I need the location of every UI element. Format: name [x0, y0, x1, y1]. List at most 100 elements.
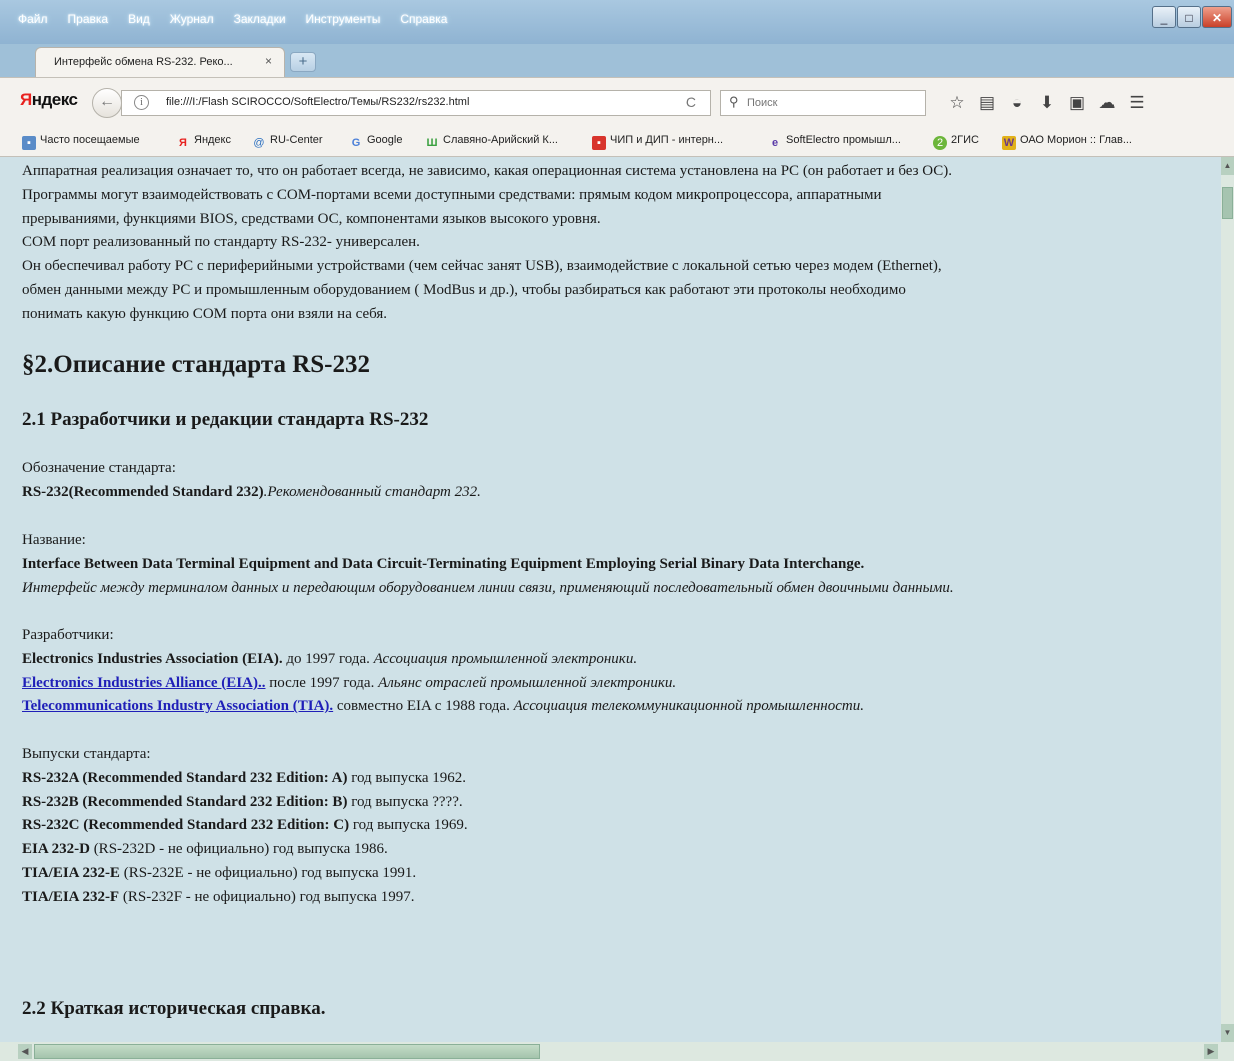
link-telecommunications-industry-association[interactable]: Telecommunications Industry Association … [22, 698, 333, 714]
developer-row: Telecommunications Industry Association … [22, 695, 864, 719]
page-content: Аппаратная реализация означает то, что о… [0, 157, 1221, 1042]
url-text[interactable]: file:///I:/Flash SCIROCCO/SoftElectro/Те… [166, 96, 469, 108]
release-row: EIA 232-D (RS-232D - не официально) год … [22, 838, 468, 862]
chipdip-icon: ▪ [592, 136, 606, 150]
bookmark-most-visited[interactable]: ▪ Часто посещаемые [22, 134, 140, 150]
release-year: год выпуска ????. [347, 793, 463, 810]
release-code: RS-232A (Recommended Standard 232 Editio… [22, 769, 348, 786]
bookmark-label: Часто посещаемые [40, 134, 140, 146]
intro-line: Он обеспечивал работу PC с периферийными… [22, 258, 942, 275]
release-year: (RS-232F - не официально) год выпуска 19… [119, 888, 415, 905]
bookmark-label: RU-Center [270, 134, 323, 146]
name-label: Название: [22, 532, 86, 548]
developer-org: Electronics Industries Association (EIA)… [22, 650, 283, 667]
pocket-icon[interactable]: ◒ [1002, 90, 1032, 116]
hamburger-menu-icon[interactable]: ☰ [1122, 90, 1152, 116]
bookmark-star-icon[interactable]: ☆ [942, 90, 972, 116]
back-button[interactable]: ← [92, 88, 122, 118]
menu-view[interactable]: Вид [128, 12, 150, 26]
release-year: (RS-232D - не официально) год выпуска 19… [89, 841, 388, 858]
folder-icon: ▪ [22, 136, 36, 150]
bookmarks-list-icon[interactable]: ▤ [972, 90, 1002, 116]
developer-translation: Ассоциация промышленной электроники. [369, 650, 638, 667]
release-row: RS-232C (Recommended Standard 232 Editio… [22, 814, 468, 838]
developer-row: Electronics Industries Association (EIA)… [22, 648, 864, 672]
url-bar[interactable]: i file:///I:/Flash SCIROCCO/SoftElectro/… [121, 90, 711, 116]
developer-period: до 1997 года. [282, 650, 370, 667]
intro-line: прерываниями, функциями BIOS, средствами… [22, 210, 601, 227]
bookmark-slavyano[interactable]: Ш Славяно-Арийский К... [425, 134, 558, 150]
new-tab-button[interactable]: + [290, 52, 316, 72]
release-row: RS-232B (Recommended Standard 232 Editio… [22, 791, 468, 815]
page-body: Аппаратная реализация означает то, что о… [22, 160, 1217, 1019]
tab-active[interactable]: Интерфейс обмена RS-232. Реко... × [35, 47, 285, 77]
developers-block: Разработчики: Electronics Industries Ass… [22, 624, 864, 719]
yandex-icon: Я [179, 137, 187, 149]
intro-line: понимать какую функцию COM порта они взя… [22, 305, 388, 322]
tab-title: Интерфейс обмена RS-232. Реко... [54, 56, 233, 68]
bookmark-label: Google [367, 134, 403, 146]
reload-icon[interactable]: C [686, 94, 696, 110]
minimize-button[interactable]: _ [1152, 6, 1176, 28]
sync-cloud-icon[interactable]: ☁ [1092, 90, 1122, 116]
release-row: TIA/EIA 232-F (RS-232F - не официально) … [22, 886, 468, 910]
close-window-button[interactable]: ✕ [1202, 6, 1232, 28]
scroll-left-icon[interactable]: ◀ [18, 1044, 32, 1059]
developer-period: совместно EIA с 1988 года. [333, 698, 510, 715]
search-input[interactable] [747, 93, 917, 113]
info-icon[interactable]: i [134, 95, 149, 110]
releases-block: Выпуски стандарта: RS-232A (Recommended … [22, 743, 468, 910]
bookmarks-bar: ▪ Часто посещаемые Я Яндекс @ RU-Center G Go… [0, 125, 1234, 157]
intro-line: COM порт реализованный по стандарту RS-2… [22, 234, 420, 251]
horizontal-scroll-thumb[interactable] [34, 1044, 540, 1059]
bookmark-label: 2ГИС [951, 134, 979, 146]
designation-line: RS-232(Recommended Standard 232).Рекомен… [22, 484, 481, 500]
section-title: §2.Описание стандарта RS-232 [22, 351, 370, 378]
menu-history[interactable]: Журнал [170, 12, 214, 26]
menu-bookmarks[interactable]: Закладки [234, 12, 286, 26]
developer-translation: Ассоциация телекоммуникационной промышле… [509, 698, 864, 715]
menu-bar: Файл Правка Вид Журнал Закладки Инструме… [18, 12, 467, 26]
brand-rest: ндекс [31, 90, 78, 109]
yandex-logo[interactable]: Яндекс [20, 90, 78, 110]
link-electronics-industries-alliance[interactable]: Electronics Industries Alliance (EIA).. [22, 675, 265, 691]
2gis-icon: 2 [933, 136, 947, 150]
bookmark-label: Яндекс [194, 134, 231, 146]
menu-edit[interactable]: Правка [68, 12, 109, 26]
menu-help[interactable]: Справка [400, 12, 447, 26]
bookmark-google[interactable]: G Google [349, 134, 403, 150]
name-english: Interface Between Data Terminal Equipmen… [22, 555, 865, 572]
bookmark-chipdip[interactable]: ▪ ЧИП и ДИП - интерн... [592, 134, 723, 150]
google-icon: G [351, 137, 361, 149]
bookmark-label: Славяно-Арийский К... [443, 134, 558, 146]
scroll-up-icon[interactable]: ▲ [1221, 157, 1234, 175]
menu-file[interactable]: Файл [18, 12, 48, 26]
toolbar-icons: ☆ ▤ ◒ ⬇ ▣ ☁ ☰ [942, 90, 1152, 116]
bookmark-morion[interactable]: W ОАО Морион :: Глав... [1002, 134, 1132, 150]
developer-translation: Альянс отраслей промышленной электроники… [374, 674, 677, 691]
vertical-scrollbar[interactable]: ▲ ▼ [1221, 157, 1234, 1042]
subsection-title-developers: 2.1 Разработчики и редакции стандарта RS… [22, 409, 429, 430]
bookmark-label: SoftElectro промышл... [786, 134, 901, 146]
tab-close-icon[interactable]: × [265, 54, 272, 68]
intro-line: обмен данными между PC и промышленным об… [22, 281, 906, 298]
window-controls: _ □ ✕ [1152, 6, 1232, 28]
bookmark-2gis[interactable]: 2 2ГИС [933, 134, 979, 150]
horizontal-scrollbar[interactable]: ◀ ▶ [0, 1042, 1234, 1061]
downloads-icon[interactable]: ⬇ [1032, 90, 1062, 116]
developers-label: Разработчики: [22, 627, 114, 643]
bookmark-softelectro[interactable]: e SoftElectro промышл... [768, 134, 901, 150]
bookmark-ru-center[interactable]: @ RU-Center [252, 134, 323, 150]
scroll-down-icon[interactable]: ▼ [1221, 1024, 1234, 1042]
release-row: RS-232A (Recommended Standard 232 Editio… [22, 767, 468, 791]
slavyano-icon: Ш [426, 137, 438, 149]
vertical-scroll-thumb[interactable] [1222, 187, 1233, 219]
morion-icon: W [1002, 136, 1016, 150]
scroll-right-icon[interactable]: ▶ [1204, 1044, 1218, 1059]
maximize-button[interactable]: □ [1177, 6, 1201, 28]
bookmark-yandex[interactable]: Я Яндекс [176, 134, 231, 150]
menu-tools[interactable]: Инструменты [306, 12, 381, 26]
navigation-bar: Яндекс i file:///I:/Flash SCIROCCO/SoftE… [0, 77, 1234, 125]
screenshot-icon[interactable]: ▣ [1062, 90, 1092, 116]
designation-code: RS-232(Recommended Standard 232) [22, 483, 264, 500]
